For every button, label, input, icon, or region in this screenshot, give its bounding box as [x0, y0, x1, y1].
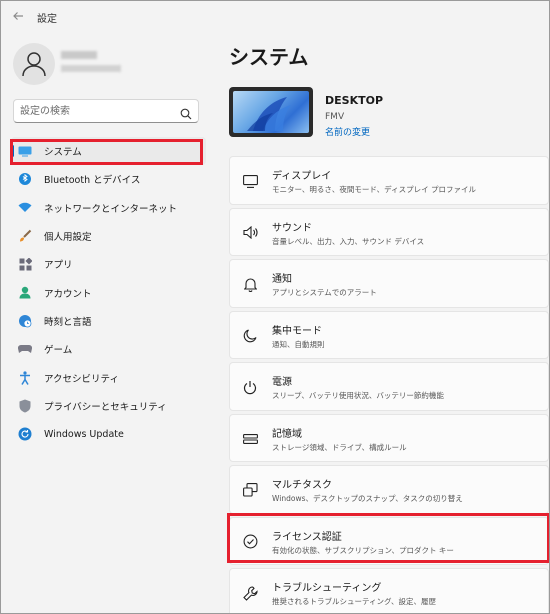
card-title: ディスプレイ	[272, 171, 332, 182]
brush-icon	[18, 229, 32, 243]
device-thumbnail	[229, 87, 313, 137]
card-title: 記憶域	[272, 428, 302, 440]
wrench-icon	[242, 585, 258, 601]
accessibility-icon	[18, 370, 32, 385]
wifi-icon	[18, 201, 32, 215]
multitask-icon	[242, 482, 258, 498]
card-subtitle: ストレージ領域、ドライブ、構成ルール	[272, 442, 407, 452]
sidebar-nav: システム Bluetooth とデバイス ネットワークとインターネット 個人用設…	[11, 137, 206, 448]
account-icon	[18, 286, 32, 300]
card-power[interactable]: 電源 スリープ、バッテリ使用状況、バッテリー節約機能	[229, 362, 549, 411]
sidebar-item-gaming[interactable]: ゲーム	[11, 335, 206, 363]
card-title: マルチタスク	[272, 480, 332, 491]
card-subtitle: スリープ、バッテリ使用状況、バッテリー節約機能	[272, 391, 444, 400]
sidebar-item-apps[interactable]: アプリ	[11, 250, 206, 278]
card-title: サウンド	[272, 222, 312, 234]
sidebar-item-label: アクセシビリティ	[44, 373, 119, 385]
bluetooth-icon	[18, 172, 32, 186]
sidebar-item-label: アプリ	[44, 260, 73, 272]
highlight-box-activation	[227, 513, 549, 563]
sidebar-item-privacy[interactable]: プライバシーとセキュリティ	[11, 392, 206, 420]
card-subtitle: モニター、明るさ、夜間モード、ディスプレイ プロファイル	[272, 185, 476, 194]
card-focus-assist[interactable]: 集中モード 通知、自動規則	[229, 310, 549, 359]
sidebar-item-label: アカウント	[44, 288, 92, 300]
globe-clock-icon	[18, 314, 32, 328]
person-icon	[22, 52, 46, 77]
card-display[interactable]: ディスプレイ モニター、明るさ、夜間モード、ディスプレイ プロファイル	[229, 156, 549, 205]
rename-link[interactable]: 名前の変更	[325, 125, 370, 138]
device-name: DESKTOP	[325, 94, 384, 107]
card-title: トラブルシューティング	[272, 583, 382, 594]
card-subtitle: 通知、自動規則	[272, 339, 325, 349]
card-storage[interactable]: 記憶域 ストレージ領域、ドライブ、構成ルール	[229, 413, 549, 462]
card-subtitle: Windows、デスクトップのスナップ、タスクの切り替え	[272, 494, 463, 503]
gamepad-icon	[18, 342, 32, 356]
card-subtitle: アプリとシステムでのアラート	[272, 288, 377, 297]
sidebar-item-label: ネットワークとインターネット	[44, 203, 178, 215]
sidebar-item-network[interactable]: ネットワークとインターネット	[11, 194, 206, 222]
back-arrow-icon[interactable]	[11, 9, 27, 25]
card-title: 通知	[272, 274, 292, 285]
sidebar-item-bluetooth[interactable]: Bluetooth とデバイス	[11, 165, 206, 193]
settings-search-box[interactable]	[13, 99, 199, 123]
shield-icon	[18, 399, 32, 413]
update-icon	[18, 427, 32, 441]
device-model: FMV	[325, 112, 345, 122]
avatar[interactable]	[13, 43, 55, 85]
user-email-redacted	[61, 65, 121, 72]
card-subtitle: 推奨されるトラブルシューティング、設定、履歴	[272, 597, 437, 606]
sidebar-item-label: 個人用設定	[44, 232, 92, 244]
card-subtitle: 音量レベル、出力、入力、サウンド デバイス	[272, 236, 425, 246]
highlight-box-system	[10, 139, 203, 165]
sidebar-item-accounts[interactable]: アカウント	[11, 278, 206, 306]
card-title: 電源	[272, 377, 292, 388]
sidebar-item-label: プライバシーとセキュリティ	[44, 401, 167, 413]
storage-icon	[242, 431, 258, 447]
page-title: システム	[229, 45, 309, 69]
card-troubleshoot[interactable]: トラブルシューティング 推奨されるトラブルシューティング、設定、履歴	[229, 568, 549, 613]
sidebar-item-windows-update[interactable]: Windows Update	[11, 420, 206, 448]
speaker-icon	[242, 225, 258, 241]
card-sound[interactable]: サウンド 音量レベル、出力、入力、サウンド デバイス	[229, 207, 549, 256]
sidebar-item-personalization[interactable]: 個人用設定	[11, 222, 206, 250]
settings-window: 設定 システム Bluetooth とデバイス ネットワークとインターネット 個	[0, 0, 550, 614]
sidebar-item-label: ゲーム	[44, 345, 73, 357]
sidebar-item-accessibility[interactable]: アクセシビリティ	[11, 363, 206, 391]
search-input[interactable]	[20, 103, 180, 119]
title-bar: 設定	[1, 1, 549, 33]
sidebar-item-time-language[interactable]: 時刻と言語	[11, 307, 206, 335]
sidebar-item-label: Bluetooth とデバイス	[44, 175, 141, 187]
card-notifications[interactable]: 通知 アプリとシステムでのアラート	[229, 259, 549, 308]
moon-icon	[242, 328, 258, 344]
card-multitasking[interactable]: マルチタスク Windows、デスクトップのスナップ、タスクの切り替え	[229, 465, 549, 514]
window-title: 設定	[37, 14, 57, 25]
sidebar-item-label: Windows Update	[44, 428, 124, 440]
apps-icon	[18, 257, 32, 271]
card-title: 集中モード	[272, 325, 322, 337]
search-icon[interactable]	[180, 105, 192, 124]
power-icon	[242, 379, 258, 395]
bell-icon	[242, 276, 258, 292]
display-icon	[242, 173, 258, 189]
sidebar-item-label: 時刻と言語	[44, 316, 92, 328]
user-name-redacted	[61, 51, 97, 59]
wallpaper-image	[233, 91, 309, 133]
